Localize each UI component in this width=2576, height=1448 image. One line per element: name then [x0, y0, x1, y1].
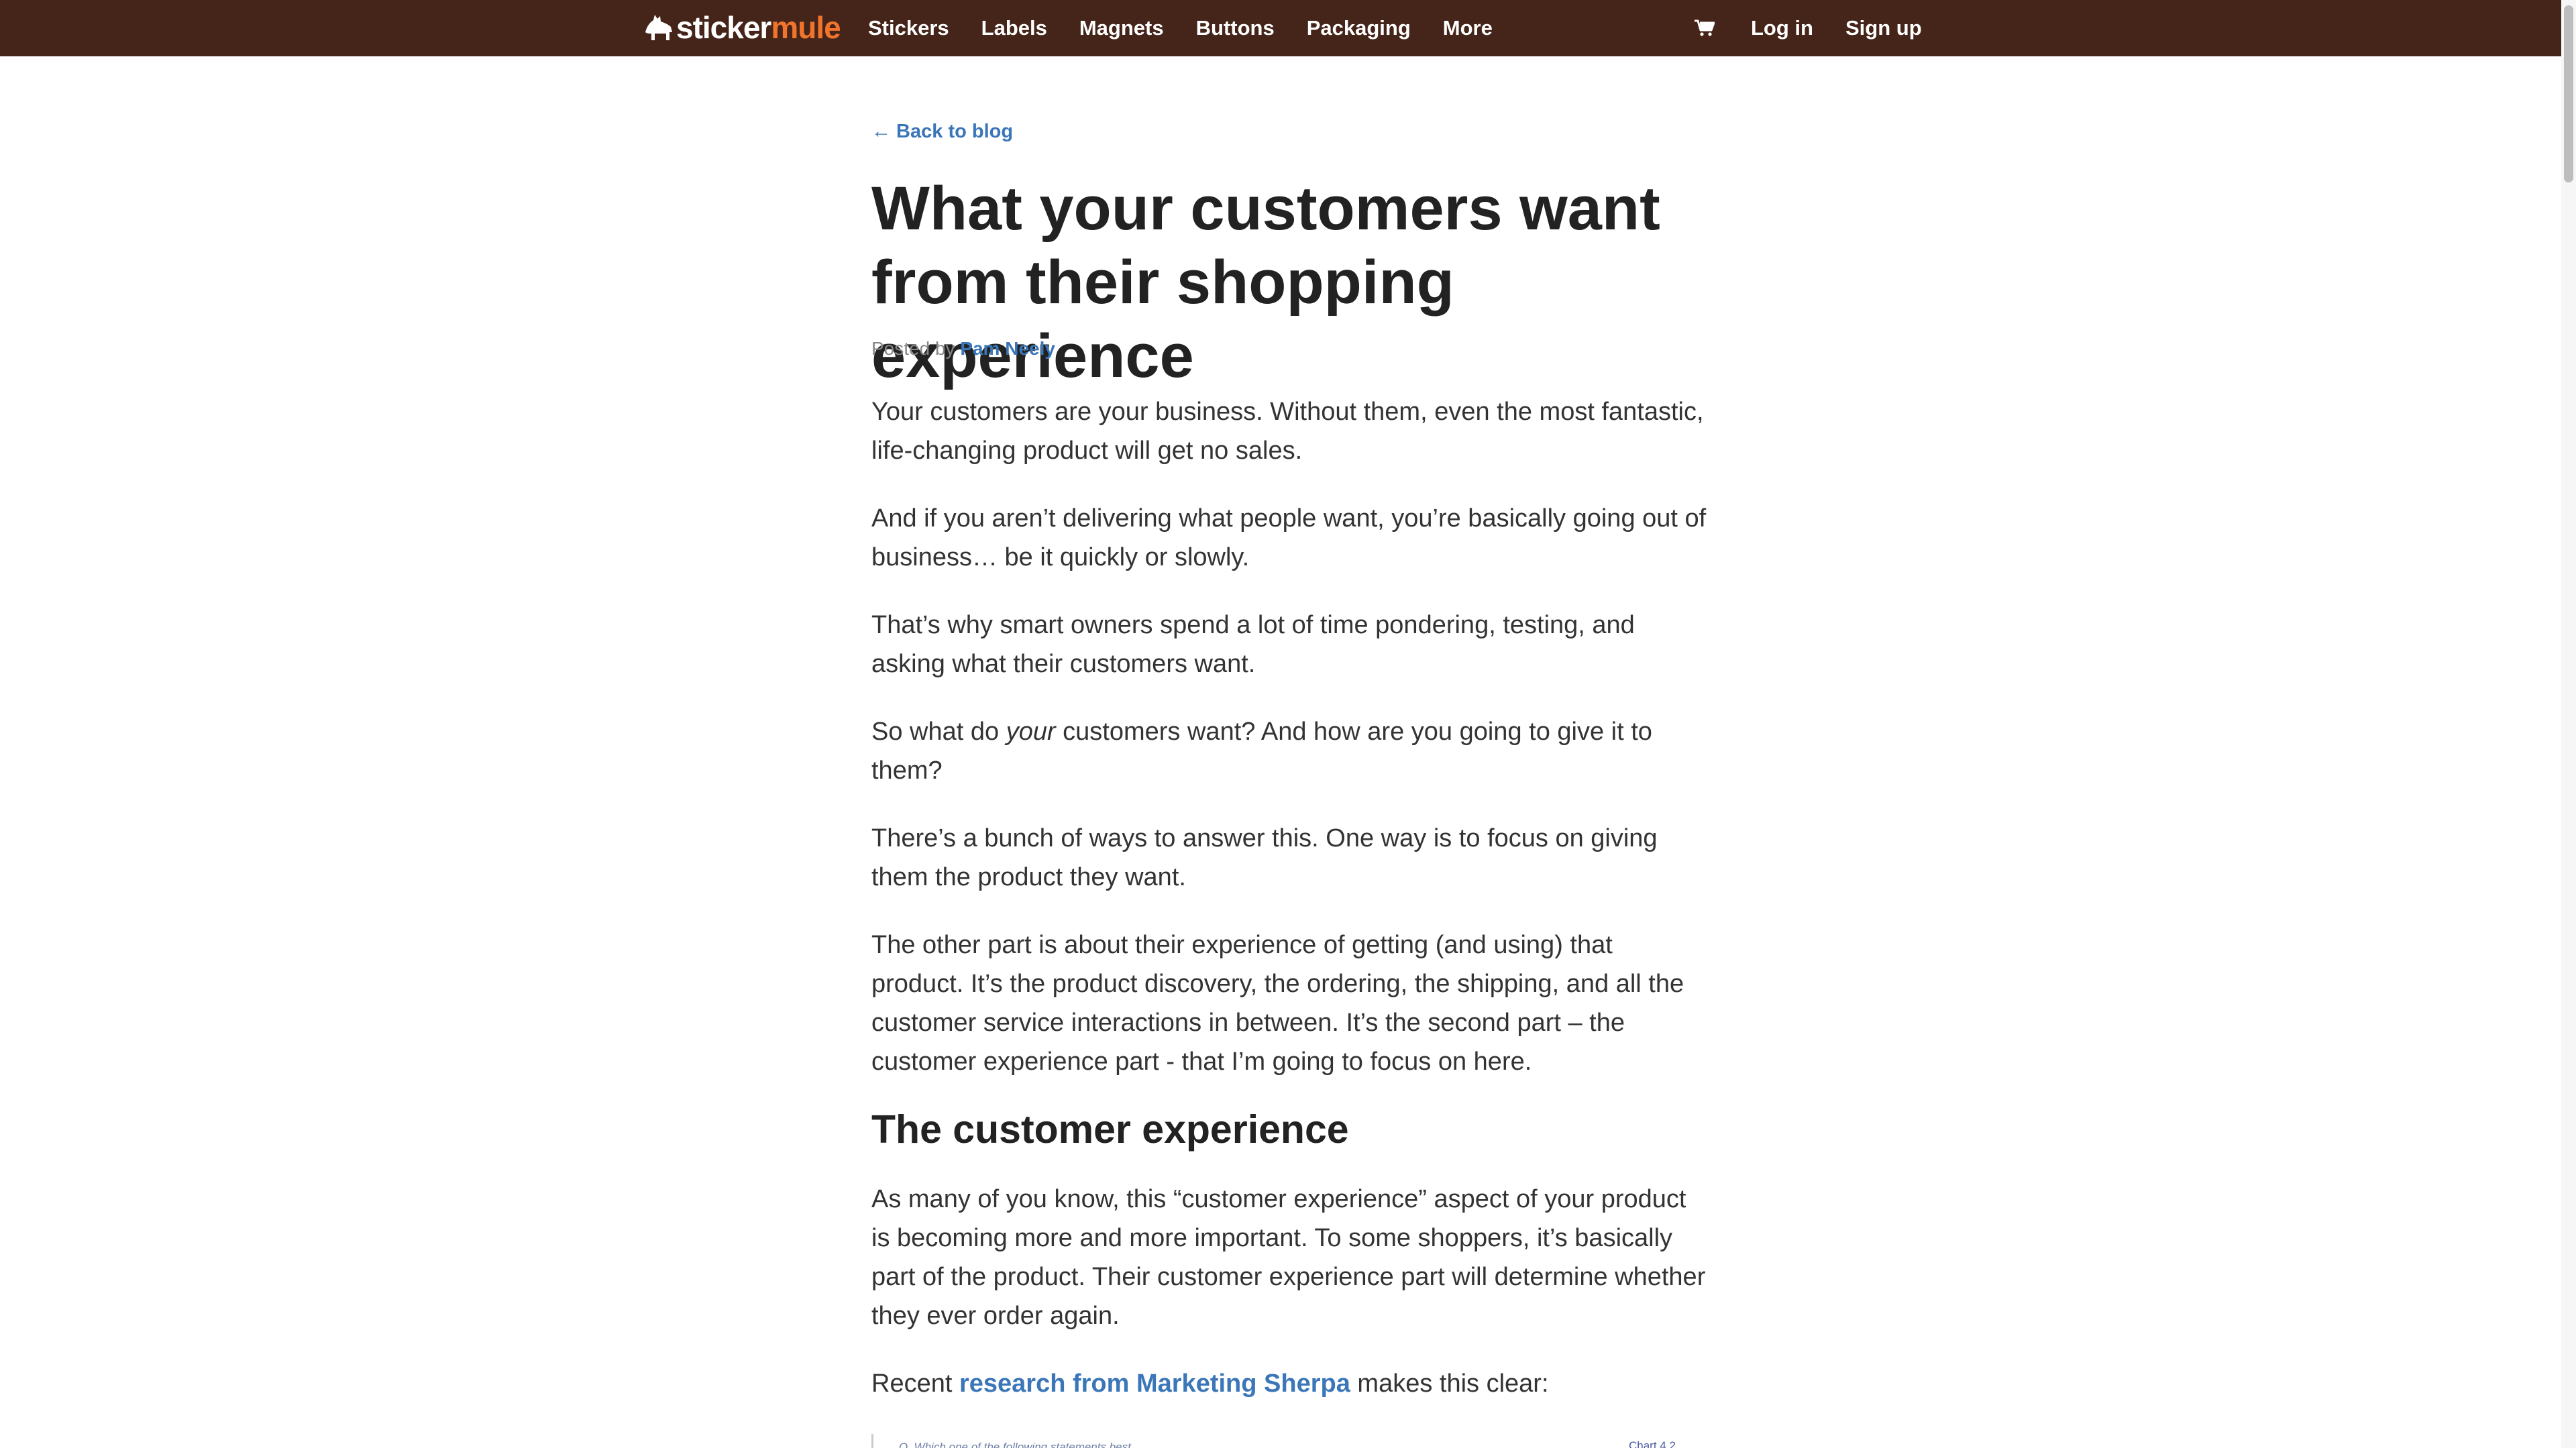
nav-item-stickers[interactable]: Stickers — [868, 16, 949, 40]
login-link[interactable]: Log in — [1751, 16, 1813, 40]
page-scrollbar[interactable] — [2561, 0, 2576, 1448]
nav-item-more[interactable]: More — [1443, 16, 1493, 40]
logo-text-sticker: sticker — [676, 10, 771, 45]
top-navigation-bar: sticker mule Stickers Labels Magnets Butt… — [0, 0, 2576, 56]
section-heading-customer-experience: The customer experience — [871, 1107, 1349, 1152]
chart-question-text: Q. Which one of the following statements… — [899, 1441, 1141, 1448]
account-menu: Log in Sign up — [1695, 0, 1954, 56]
nav-item-packaging[interactable]: Packaging — [1307, 16, 1411, 40]
article-title: What your customers want from their shop… — [871, 174, 1660, 390]
paragraph-4: So what do your customers want? And how … — [871, 712, 1707, 790]
nav-item-magnets[interactable]: Magnets — [1079, 16, 1164, 40]
logo-text-mule: mule — [771, 10, 841, 45]
paragraph-8-end: makes this clear: — [1350, 1370, 1549, 1398]
paragraph-3: That’s why smart owners spend a lot of t… — [871, 611, 1635, 678]
paragraph-1: Your customers are your business. Withou… — [871, 398, 1704, 465]
cart-button[interactable] — [1695, 19, 1715, 37]
chart-number-label: Chart 4.2 — [1629, 1439, 1676, 1448]
scrollbar-thumb[interactable] — [2564, 5, 2573, 182]
author-link[interactable]: Pam Neely — [960, 338, 1055, 359]
paragraph-4-start: So what do — [871, 718, 1006, 746]
stickermule-logo[interactable]: sticker mule — [643, 10, 841, 45]
paragraph-4-emphasis: your — [1006, 718, 1056, 746]
paragraph-6: The other part is about their experience… — [871, 931, 1684, 1076]
research-chart-image: Q. Which one of the following statements… — [871, 1434, 1709, 1448]
main-menu: Stickers Labels Magnets Buttons Packagin… — [868, 0, 1525, 56]
byline-prefix: Posted by — [871, 338, 955, 359]
paragraph-8: Recent research from Marketing Sherpa ma… — [871, 1364, 1707, 1403]
nav-item-buttons[interactable]: Buttons — [1196, 16, 1275, 40]
nav-item-labels[interactable]: Labels — [981, 16, 1047, 40]
paragraph-8-start: Recent — [871, 1370, 959, 1398]
marketing-sherpa-research-link[interactable]: research from Marketing Sherpa — [959, 1370, 1350, 1398]
shopping-cart-icon — [1695, 19, 1715, 36]
paragraph-5: There’s a bunch of ways to answer this. … — [871, 824, 1658, 891]
signup-link[interactable]: Sign up — [1845, 16, 1922, 40]
mule-icon — [645, 15, 672, 40]
back-to-blog-link[interactable]: ← Back to blog — [871, 121, 1013, 143]
paragraph-7: As many of you know, this “customer expe… — [871, 1185, 1706, 1330]
article-byline: Posted by Pam Neely — [871, 338, 1055, 359]
paragraph-2: And if you aren’t delivering what people… — [871, 504, 1707, 571]
